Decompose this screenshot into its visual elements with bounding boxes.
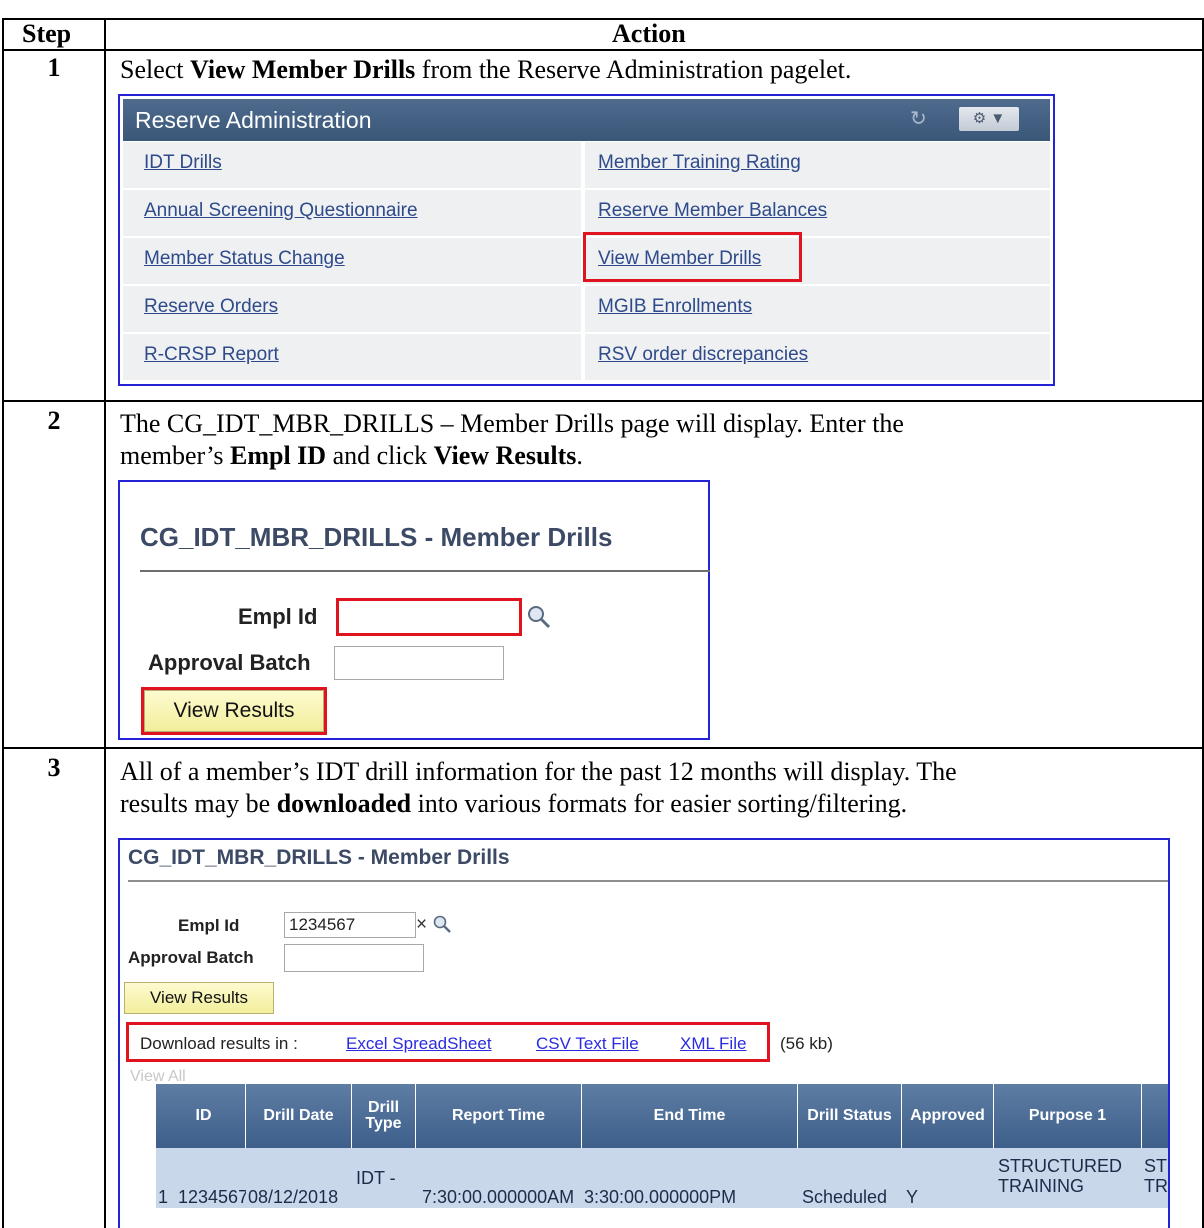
step-text: and click bbox=[326, 441, 434, 470]
view-results-button[interactable]: View Results bbox=[124, 982, 274, 1014]
step-text-bold: downloaded bbox=[276, 789, 412, 818]
step-number: 1 bbox=[47, 53, 61, 82]
step-text: into various formats for easier sorting/… bbox=[411, 789, 908, 818]
pagelet-title: Reserve Administration bbox=[135, 107, 372, 133]
table-row-divider bbox=[2, 49, 1204, 51]
column-header[interactable]: Drill Status bbox=[798, 1084, 902, 1148]
table-cell: ST TR bbox=[1142, 1148, 1168, 1208]
column-header[interactable]: Report Time bbox=[416, 1084, 582, 1148]
empl-id-label: Empl Id bbox=[178, 916, 240, 935]
reserve-administration-pagelet: Reserve Administration ↻ ⚙ ▼ IDT Drills … bbox=[118, 94, 1055, 386]
table-cell: 3:30:00.000000PM bbox=[582, 1148, 798, 1208]
table-row-divider bbox=[2, 747, 1204, 749]
divider bbox=[128, 880, 1168, 882]
member-drills-search-panel: CG_IDT_MBR_DRILLS - Member Drills Empl I… bbox=[118, 480, 710, 740]
column-header[interactable]: ID bbox=[162, 1084, 246, 1148]
step-instruction: Select View Member Drills from the Reser… bbox=[120, 54, 851, 85]
link-idt-drills[interactable]: IDT Drills bbox=[144, 152, 222, 174]
table-cell: 7:30:00.000000AM bbox=[416, 1148, 582, 1208]
step-instruction-line: The CG_IDT_MBR_DRILLS – Member Drills pa… bbox=[120, 409, 904, 438]
gear-icon: ⚙ bbox=[972, 110, 987, 127]
link-member-status-change[interactable]: Member Status Change bbox=[144, 248, 345, 270]
highlight-box bbox=[336, 598, 522, 636]
empl-id-value: 1234567 bbox=[289, 915, 356, 934]
table-cell: 1 bbox=[156, 1148, 176, 1208]
refresh-icon[interactable]: ↻ bbox=[910, 109, 930, 129]
step-text: results may be bbox=[120, 789, 277, 818]
step-text: . bbox=[576, 441, 583, 470]
column-header[interactable]: Drill Type bbox=[352, 1084, 416, 1148]
step-text: Select bbox=[120, 55, 191, 84]
download-size: (56 kb) bbox=[780, 1034, 833, 1053]
divider bbox=[140, 570, 710, 572]
step-text-bold: View Results bbox=[433, 441, 577, 470]
column-header[interactable]: Approved bbox=[902, 1084, 994, 1148]
step-text: from the Reserve Administration pagelet. bbox=[415, 55, 852, 84]
link-annual-screening-questionnaire[interactable]: Annual Screening Questionnaire bbox=[144, 200, 418, 222]
table-cell: STRUCTURED TRAINING bbox=[994, 1148, 1142, 1208]
step-instruction-line: All of a member’s IDT drill information … bbox=[120, 757, 957, 786]
approval-batch-label: Approval Batch bbox=[148, 650, 311, 675]
table-row-divider bbox=[2, 400, 1204, 402]
link-reserve-member-balances[interactable]: Reserve Member Balances bbox=[598, 200, 827, 222]
link-rsv-order-discrepancies[interactable]: RSV order discrepancies bbox=[598, 344, 808, 366]
column-header[interactable]: End Time bbox=[582, 1084, 798, 1148]
member-drills-results-panel: CG_IDT_MBR_DRILLS - Member Drills Empl I… bbox=[118, 838, 1170, 1228]
approval-batch-input[interactable] bbox=[334, 646, 504, 680]
header-step: Step bbox=[22, 19, 72, 48]
search-icon[interactable] bbox=[432, 914, 452, 934]
step-text: member’s bbox=[120, 441, 230, 470]
step-text-bold: View Member Drills bbox=[190, 55, 416, 84]
empl-id-input[interactable]: 1234567 bbox=[284, 912, 416, 938]
chevron-down-icon: ▼ bbox=[990, 110, 1006, 127]
approval-batch-input[interactable] bbox=[284, 944, 424, 972]
header-action: Action bbox=[612, 19, 686, 48]
table-cell: 08/12/2018 bbox=[246, 1148, 352, 1208]
link-member-training-rating[interactable]: Member Training Rating bbox=[598, 152, 801, 174]
page-title: CG_IDT_MBR_DRILLS - Member Drills bbox=[128, 846, 510, 869]
search-icon[interactable] bbox=[526, 604, 552, 630]
table-cell: IDT - bbox=[352, 1148, 416, 1208]
table-column-divider bbox=[104, 18, 106, 1228]
page-title: CG_IDT_MBR_DRILLS - Member Drills bbox=[140, 522, 613, 552]
approval-batch-label: Approval Batch bbox=[128, 948, 254, 967]
step-instruction-line: results may be downloaded into various f… bbox=[120, 788, 907, 819]
step-text-bold: Empl ID bbox=[230, 441, 327, 470]
highlight-box bbox=[583, 232, 802, 282]
table-cell: Y bbox=[902, 1148, 994, 1208]
table-cell: Scheduled bbox=[798, 1148, 902, 1208]
table-border-left bbox=[2, 18, 4, 1228]
step-instruction-line: member’s Empl ID and click View Results. bbox=[120, 440, 583, 471]
column-header[interactable] bbox=[1142, 1084, 1168, 1148]
table-border-top bbox=[2, 18, 1204, 20]
table-cell: 1234567 bbox=[176, 1148, 246, 1208]
step-number: 3 bbox=[47, 753, 61, 782]
step-number: 2 bbox=[47, 406, 61, 435]
highlight-box bbox=[141, 687, 327, 735]
highlight-box bbox=[126, 1022, 770, 1062]
link-mgib-enrollments[interactable]: MGIB Enrollments bbox=[598, 296, 752, 318]
link-r-crsp-report[interactable]: R-CRSP Report bbox=[144, 344, 279, 366]
pagelet-header: Reserve Administration ↻ ⚙ ▼ bbox=[123, 99, 1050, 141]
link-reserve-orders[interactable]: Reserve Orders bbox=[144, 296, 278, 318]
empl-id-label: Empl Id bbox=[238, 604, 318, 629]
clear-icon[interactable]: × bbox=[416, 914, 427, 936]
gear-menu-button[interactable]: ⚙ ▼ bbox=[959, 107, 1019, 131]
column-header[interactable]: Purpose 1 bbox=[994, 1084, 1142, 1148]
column-header[interactable]: Drill Date bbox=[246, 1084, 352, 1148]
